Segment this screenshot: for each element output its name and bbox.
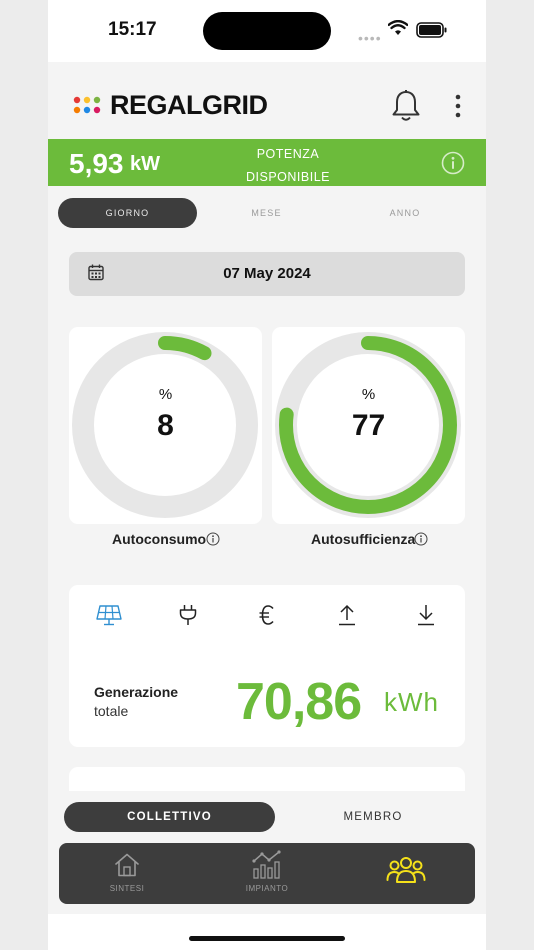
signal-icon: •••• [358, 30, 382, 46]
app-header: REGALGRID [48, 62, 486, 140]
tab-impianto-label: IMPIANTO [245, 884, 289, 893]
autoconsumo-unit: % [158, 386, 173, 403]
logo-text: REGALGRID [110, 90, 268, 120]
selected-date: 07 May 2024 [223, 265, 311, 282]
chart-icon [252, 850, 281, 879]
tab-mese[interactable]: MESE [197, 198, 336, 228]
tab-collettivo[interactable]: COLLETTIVO [64, 802, 275, 832]
battery-icon [416, 22, 447, 38]
tab-impianto[interactable]: IMPIANTO [217, 843, 317, 904]
generation-title: Generazione [94, 684, 179, 700]
app-screen: 15:17 •••• REGALGRID 5,93 kW POTENZA DIS… [48, 0, 486, 950]
power-label-line2: DISPONIBILE [246, 170, 330, 184]
wifi-icon [388, 20, 408, 35]
autosufficienza-card: % 77 [272, 327, 465, 524]
generation-subtitle: totale [94, 703, 129, 719]
date-picker[interactable]: 07 May 2024 [69, 252, 465, 296]
power-label: POTENZA DISPONIBILE [243, 143, 333, 189]
euro-icon[interactable] [259, 604, 275, 626]
autosufficienza-label: Autosufficienza [311, 531, 416, 547]
home-indicator[interactable] [189, 936, 345, 941]
tab-giorno[interactable]: GIORNO [58, 198, 197, 228]
autosufficienza-info-icon[interactable] [414, 532, 428, 546]
tab-membro[interactable]: MEMBRO [275, 802, 471, 832]
tab-sintesi-label: SINTESI [109, 884, 145, 893]
autoconsumo-info-icon[interactable] [206, 532, 220, 546]
tab-community[interactable] [355, 843, 455, 904]
solar-panel-icon[interactable] [96, 604, 122, 626]
home-indicator-area [48, 914, 486, 950]
generation-value: 70,86 [236, 673, 362, 731]
scope-selector: COLLETTIVO MEMBRO [64, 802, 474, 832]
period-selector: GIORNO MESE ANNO [58, 198, 468, 228]
bottom-tab-bar: SINTESI IMPIANTO [59, 843, 475, 904]
info-icon[interactable] [441, 151, 465, 175]
autoconsumo-value: 8 [157, 409, 174, 442]
tab-sintesi[interactable]: SINTESI [77, 843, 177, 904]
available-power-banner: 5,93 kW POTENZA DISPONIBILE [48, 139, 486, 186]
autosufficienza-unit: % [361, 386, 376, 403]
more-options-icon[interactable] [452, 94, 464, 118]
upload-arrow-icon[interactable] [338, 604, 356, 626]
bell-icon[interactable] [390, 89, 422, 123]
power-unit: kW [130, 153, 160, 175]
status-time: 15:17 [108, 19, 157, 40]
house-icon [115, 853, 139, 877]
dynamic-island [203, 12, 331, 50]
logo-dots-icon [73, 96, 101, 114]
power-value: 5,93 [69, 148, 124, 179]
autoconsumo-label: Autoconsumo [112, 531, 207, 547]
power-label-line1: POTENZA [256, 147, 320, 161]
tab-anno[interactable]: ANNO [336, 198, 474, 228]
plug-icon[interactable] [179, 604, 197, 626]
download-arrow-icon[interactable] [417, 604, 435, 626]
status-bar: 15:17 •••• [48, 0, 486, 62]
autoconsumo-card: % 8 [69, 327, 262, 524]
community-icon [386, 857, 426, 883]
generation-unit: kWh [384, 687, 439, 717]
autosufficienza-value: 77 [351, 409, 386, 442]
